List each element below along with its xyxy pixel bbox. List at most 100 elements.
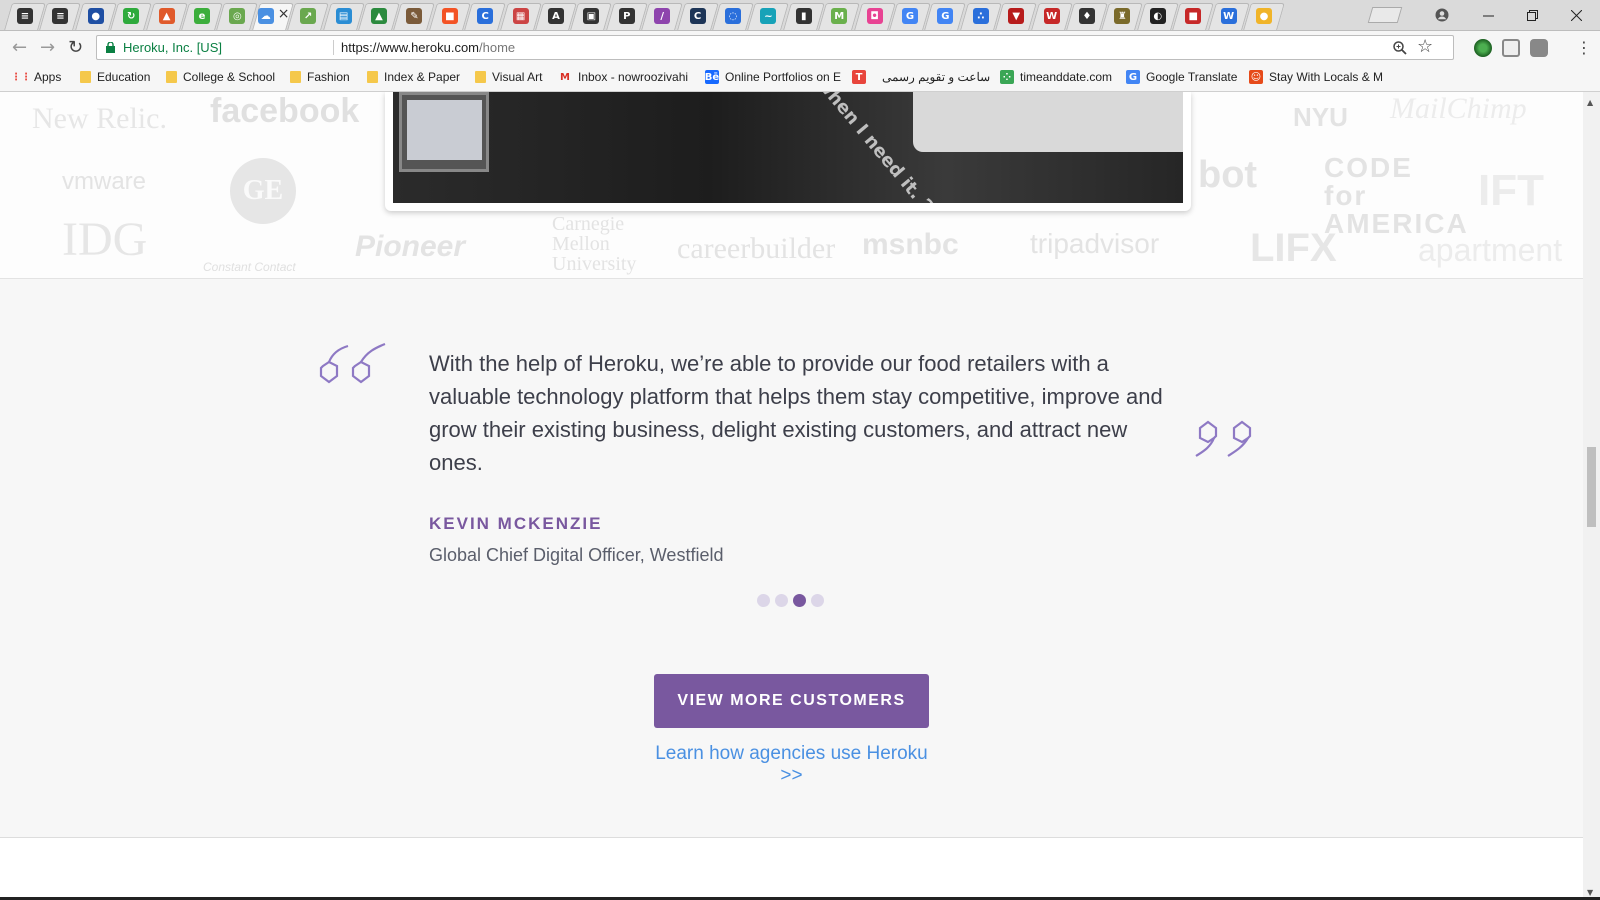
globe-icon: ◎	[229, 8, 246, 24]
box-icon: ▣	[583, 8, 600, 24]
scroll-up-icon[interactable]: ▲	[1587, 98, 1593, 107]
logo-pioneer: Pioneer	[355, 230, 466, 263]
video-cushion	[913, 92, 1183, 152]
customer-video[interactable]: Money when I need it. 24/7.	[385, 92, 1191, 211]
bookmark-label: Stay With Locals & M	[1269, 70, 1384, 84]
close-tab-icon[interactable]: ×	[278, 6, 290, 22]
scroll-down-icon[interactable]: ▼	[1587, 888, 1593, 897]
apps-grid-icon: ⋮⋮	[11, 71, 31, 83]
scrollbar-thumb[interactable]	[1587, 447, 1596, 527]
bookmark-item[interactable]: Fashion	[290, 70, 350, 84]
testimonial-role: Global Chief Digital Officer, Westfield	[429, 545, 724, 565]
inbox-extension-icon[interactable]	[1502, 39, 1520, 57]
carousel-dot[interactable]	[775, 594, 788, 607]
refresh-icon: ↻	[123, 8, 140, 24]
loader-icon: ◌	[725, 8, 741, 24]
close-quote-icon	[1195, 420, 1252, 457]
bookmark-item[interactable]: ☺ Stay With Locals & M	[1249, 70, 1383, 84]
video-frame: Money when I need it. 24/7.	[393, 92, 1183, 203]
bookmark-label: Visual Art	[492, 70, 543, 84]
bookmark-label: Apps	[34, 70, 62, 84]
leaf-icon: e	[194, 8, 210, 24]
shield-icon: W	[1043, 8, 1060, 24]
back-arrow-icon[interactable]: ←	[12, 37, 27, 58]
chart-icon: ↗	[300, 8, 317, 24]
head-icon: ◐	[1149, 8, 1166, 24]
browser-toolbar: ← → ↻ Heroku, Inc. [US] https://www.hero…	[0, 31, 1600, 64]
c-icon: C	[689, 8, 706, 24]
t-icon: T	[852, 70, 866, 84]
logo-mailchimp: MailChimp	[1390, 92, 1527, 125]
page-viewport: New Relic. facebook vmware GE IDG Consta…	[0, 92, 1583, 900]
carousel-dot[interactable]	[793, 594, 806, 607]
minimize-icon[interactable]	[1466, 2, 1510, 28]
bookmark-item[interactable]: Bē Online Portfolios on E	[705, 70, 841, 84]
logo-vmware: vmware	[62, 168, 147, 195]
bookmark-label: timeanddate.com	[1020, 70, 1113, 84]
bookmark-item[interactable]: G Google Translate	[1126, 70, 1237, 84]
testimonial-author: KEVIN MCKENZIE	[429, 514, 603, 533]
shield-icon: ♜	[1114, 8, 1131, 24]
reload-icon[interactable]: ↻	[68, 37, 83, 58]
view-more-customers-button[interactable]: VIEW MORE CUSTOMERS	[654, 674, 929, 728]
folder-icon	[367, 71, 378, 83]
bookmark-item[interactable]: T	[852, 70, 866, 84]
bookmark-item[interactable]: Education	[80, 70, 150, 84]
logo-bot: bot	[1198, 154, 1258, 196]
tab-strip: ≡ ≡ ● ↻ ▲ e ◎ ☁ × ↗ ▤ ▲ ✎ ■ C ▦ A ▣ P / C ◌ ~ ▮ M ◘ G G ∴ ▼ W ♦ ♜ ◐ ■ W ●	[0, 0, 1600, 31]
star-icon[interactable]: ☆	[1417, 36, 1433, 57]
bars-icon: ≡	[52, 8, 69, 24]
bookmark-item[interactable]: ساعت و تقویم رسمی	[882, 70, 990, 84]
zoom-icon[interactable]	[1393, 36, 1407, 59]
doc-icon: ▤	[335, 8, 352, 24]
restore-icon[interactable]	[1510, 2, 1554, 28]
logo-ge: GE	[230, 158, 296, 224]
carousel-dot[interactable]	[811, 594, 824, 607]
logo-facebook: facebook	[210, 92, 360, 130]
menu-icon[interactable]: ⋮	[1576, 38, 1592, 57]
open-quote-icon	[319, 342, 386, 384]
url-text[interactable]: https://www.heroku.com/home	[341, 36, 515, 59]
timeanddate-icon: ⁘	[1000, 70, 1014, 84]
video-laptop	[399, 92, 489, 172]
tree-icon: ▲	[371, 8, 387, 24]
address-bar[interactable]: Heroku, Inc. [US] https://www.heroku.com…	[96, 35, 1454, 60]
close-window-icon[interactable]	[1554, 2, 1598, 28]
bookmark-item[interactable]: Visual Art	[475, 70, 542, 84]
bookmark-label: Education	[97, 70, 151, 84]
logo-nyu: NYU	[1293, 102, 1348, 132]
lock-icon	[106, 42, 115, 53]
bookmark-item[interactable]: ⁘ timeanddate.com	[1000, 70, 1112, 84]
folder-icon	[475, 71, 486, 83]
bookmark-icon: ■	[1185, 8, 1202, 24]
behance-icon: Bē	[704, 70, 720, 84]
shield-icon: ♦	[1079, 8, 1095, 24]
omnibox-separator	[333, 40, 334, 55]
folder-icon	[166, 71, 177, 83]
page-scrollbar[interactable]: ▲ ▼	[1583, 92, 1600, 900]
chart-icon: ▲	[158, 8, 175, 24]
coin-icon: ●	[1256, 8, 1272, 24]
carousel-dots	[757, 594, 824, 607]
bookmark-item[interactable]: College & School	[166, 70, 275, 84]
loader-icon: ∴	[972, 8, 989, 24]
pg-icon: P	[618, 8, 635, 24]
new-tab-button[interactable]	[1367, 7, 1403, 23]
testimonial-quote: With the help of Heroku, we’re able to p…	[429, 351, 1163, 475]
camera-extension-icon[interactable]	[1530, 39, 1548, 57]
customer-logos-strip: New Relic. facebook vmware GE IDG Consta…	[0, 92, 1583, 279]
w3-icon: W	[1220, 8, 1237, 24]
bookmark-item[interactable]: M Inbox - nowroozivahi	[558, 70, 688, 84]
photo-icon: ◘	[866, 8, 883, 24]
globe-extension-icon[interactable]	[1474, 39, 1492, 57]
logo-idg: IDG	[62, 213, 148, 266]
profile-icon[interactable]	[1420, 2, 1464, 28]
learn-agencies-link[interactable]: Learn how agencies use Heroku >>	[650, 743, 933, 787]
bookmark-item[interactable]: ⋮⋮ Apps	[11, 70, 62, 84]
m-icon: M	[831, 8, 848, 24]
forward-arrow-icon[interactable]: →	[40, 37, 55, 58]
shield-icon: ▼	[1008, 8, 1025, 24]
bookmark-item[interactable]: Index & Paper	[367, 70, 460, 84]
carousel-dot[interactable]	[757, 594, 770, 607]
logo-new-relic: New Relic.	[32, 102, 167, 135]
